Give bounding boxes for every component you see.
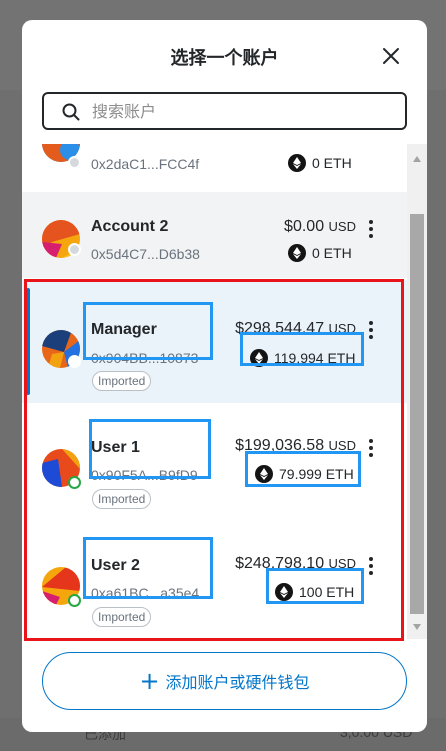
account-eth-balance: 0 ETH	[288, 244, 352, 262]
scrollbar[interactable]	[407, 144, 427, 639]
highlight-box-name-manager	[83, 302, 213, 360]
account-eth-value: 0 ETH	[312, 245, 352, 261]
highlight-box-eth-user2	[266, 568, 364, 604]
account-address: 0x5d4C7...D6b38	[91, 246, 200, 262]
search-box[interactable]	[42, 92, 407, 130]
status-dot	[68, 243, 81, 256]
highlight-box-eth-manager	[240, 332, 364, 366]
scrollbar-thumb[interactable]	[410, 214, 424, 614]
search-icon	[62, 103, 80, 121]
add-account-button[interactable]: + 添加账户或硬件钱包	[42, 652, 407, 710]
scroll-down-arrow-icon[interactable]	[413, 624, 421, 630]
account-name: Account 2	[91, 218, 169, 235]
account-select-modal: 选择一个账户 0x2daC1...FCC4f	[22, 20, 427, 732]
search-input[interactable]	[92, 100, 392, 122]
eth-icon	[288, 154, 306, 172]
account-row[interactable]: Account 2 0x5d4C7...D6b38 $0.00 USD 0 ET…	[22, 192, 407, 278]
account-address: 0x2daC1...FCC4f	[91, 156, 200, 172]
scroll-up-arrow-icon[interactable]	[413, 156, 421, 162]
close-icon	[383, 48, 399, 64]
modal-title: 选择一个账户	[170, 48, 279, 68]
highlight-box-name-user1	[89, 419, 211, 479]
account-eth-balance: 0 ETH	[288, 154, 352, 172]
highlight-box-eth-user1	[245, 451, 361, 487]
account-eth-value: 0 ETH	[312, 155, 352, 171]
eth-icon	[288, 244, 306, 262]
account-usd-unit: USD	[328, 219, 356, 234]
account-row[interactable]: 0x2daC1...FCC4f 0 ETH	[22, 144, 407, 186]
account-usd-value: $0.00	[284, 218, 325, 235]
highlight-box-name-user2	[83, 537, 213, 599]
status-dot	[68, 156, 81, 169]
close-button[interactable]	[380, 45, 402, 67]
plus-icon: +	[139, 667, 160, 695]
add-account-label: 添加账户或硬件钱包	[165, 673, 310, 692]
account-usd-balance: $0.00 USD	[242, 218, 356, 236]
account-options-button[interactable]	[366, 220, 376, 238]
